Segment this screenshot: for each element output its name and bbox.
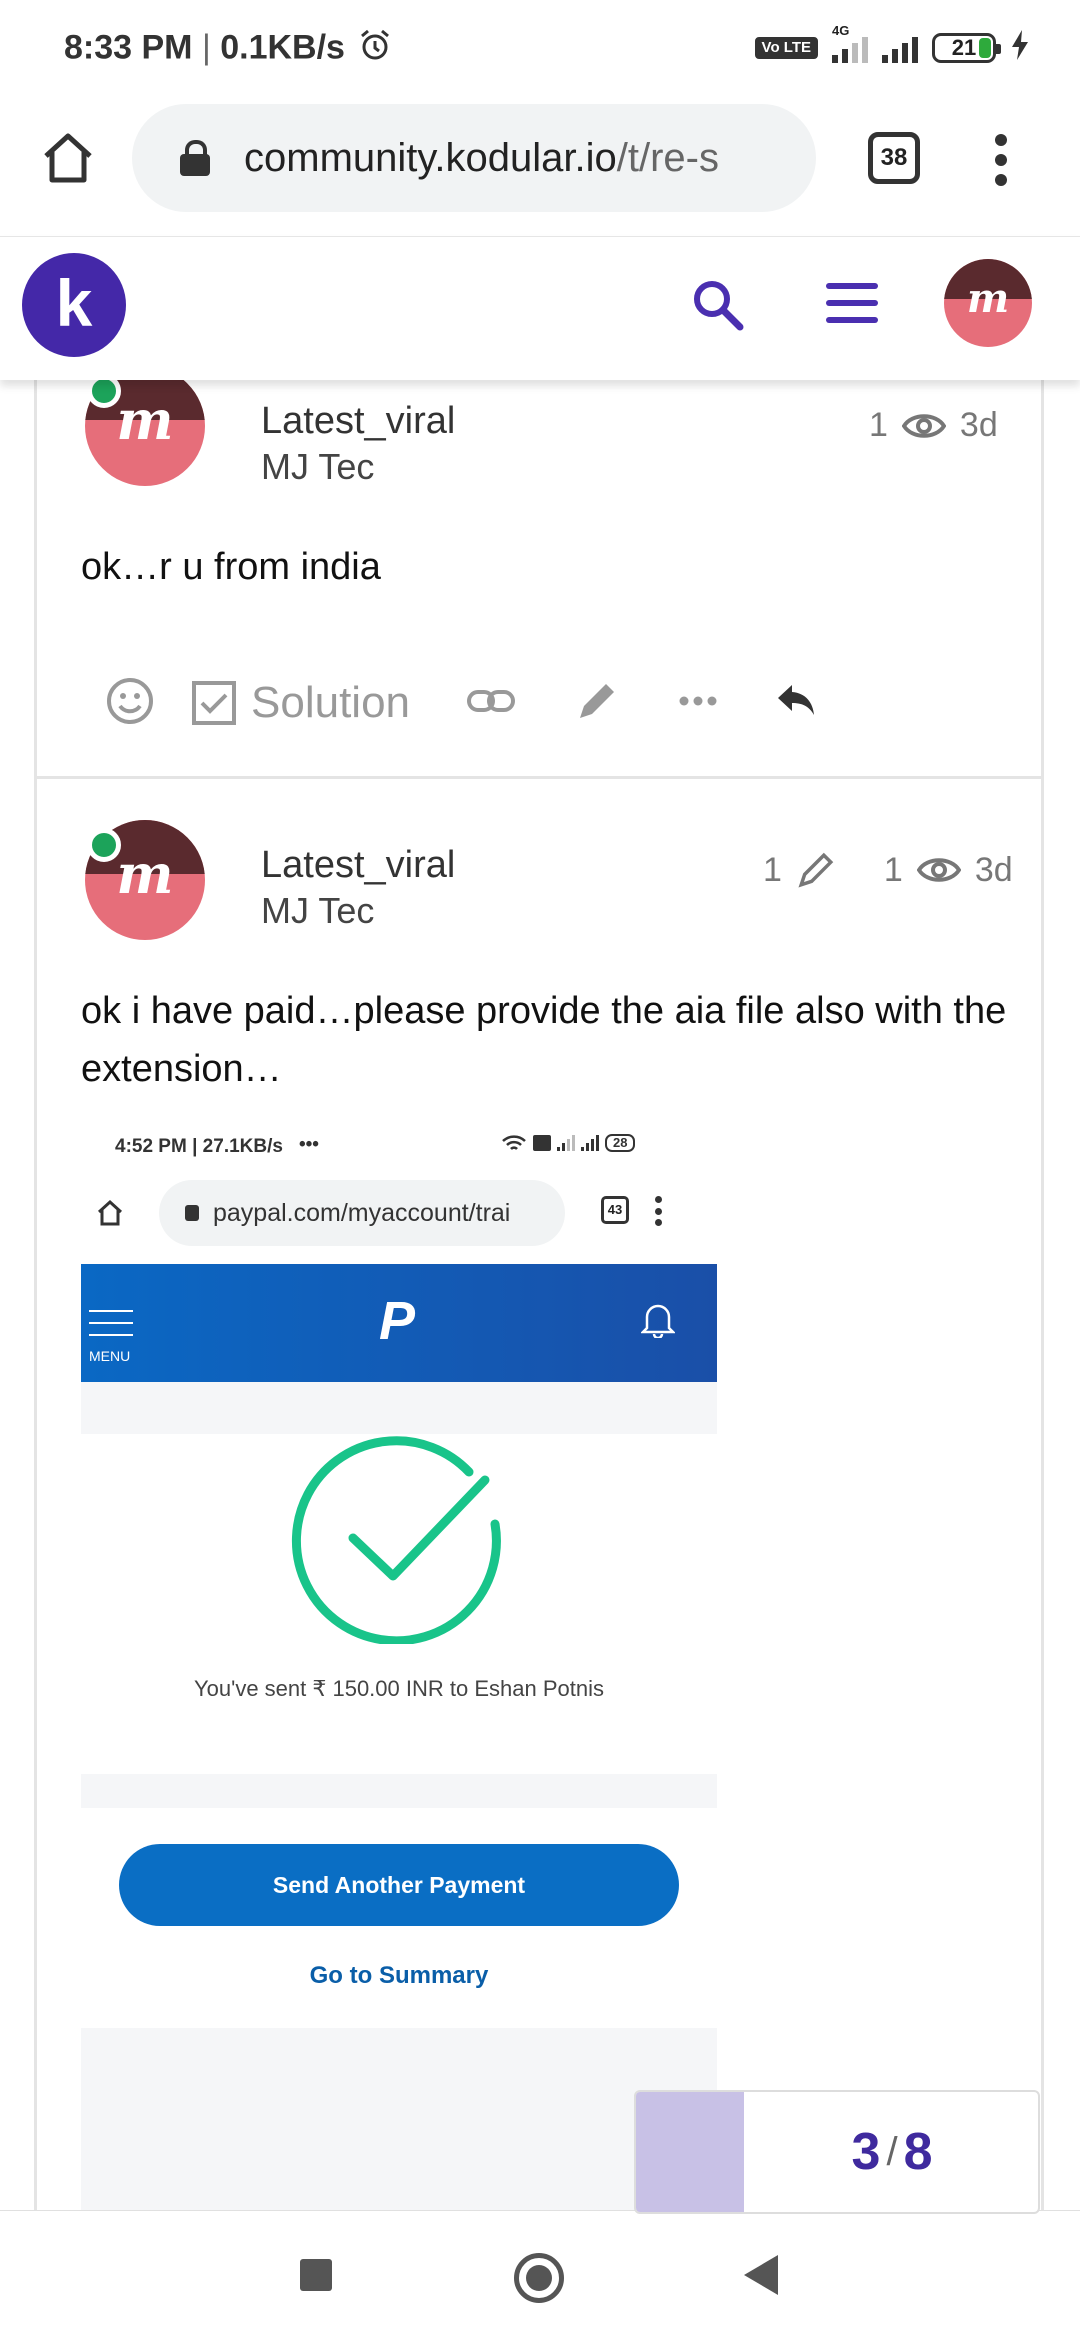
alarm-icon (358, 28, 392, 71)
payment-sent-text: You've sent ₹ 150.00 INR to Eshan Potnis (194, 1676, 604, 1701)
embedded-kebab-icon (655, 1196, 663, 1226)
bell-icon (639, 1300, 677, 1343)
embedded-home-icon (95, 1198, 125, 1233)
progress-current: 3 (851, 2123, 881, 2181)
user-avatar[interactable]: m (944, 259, 1032, 347)
post-actions: Solution (105, 658, 816, 748)
like-emoji-button[interactable] (105, 676, 155, 731)
embedded-signal-icons: 28 (501, 1134, 636, 1152)
signal-4g-icon: 4G (832, 23, 868, 63)
view-count: 1 (883, 850, 903, 889)
home-icon (44, 133, 92, 183)
paypal-menu-label: MENU (89, 1348, 131, 1364)
check-circle-icon (291, 1428, 507, 1649)
status-icons: Vo LTE 4G 21 (754, 23, 1030, 65)
paypal-bottom-area (81, 2028, 717, 2210)
lock-icon (180, 140, 210, 176)
post-fullname: MJ Tec (261, 446, 375, 487)
solution-button[interactable]: Solution (191, 678, 410, 728)
post-body: ok…r u from india (81, 546, 381, 588)
smile-icon (107, 677, 153, 724)
pencil-icon (580, 683, 615, 718)
url-text: community.kodular.io/t/re-s (244, 136, 719, 181)
embedded-time: 4:52 PM | 27.1KB/s (115, 1136, 283, 1157)
embedded-tab-count: 43 (601, 1196, 629, 1224)
solution-label: Solution (251, 678, 411, 727)
hamburger-menu-icon[interactable] (826, 283, 878, 323)
link-button[interactable] (466, 686, 516, 721)
embedded-url: paypal.com/myaccount/trai (213, 1198, 511, 1227)
site-header: k m (0, 236, 1080, 380)
reply-button[interactable] (776, 683, 816, 724)
topic-progress[interactable]: 3 / 8 (634, 2090, 1040, 2214)
url-domain: community.kodular.io (244, 135, 617, 180)
online-indicator (87, 828, 121, 862)
post-username[interactable]: Latest_viral (261, 400, 455, 443)
embedded-status-bar: 4:52 PM | 27.1KB/s ••• 28 (81, 1116, 717, 1176)
post-age[interactable]: 3d (960, 406, 998, 445)
reply-icon (778, 684, 815, 715)
battery-icon: 21 (932, 32, 1001, 63)
progress-fill (636, 2092, 744, 2212)
browser-menu-icon[interactable] (994, 134, 1008, 186)
network-speed: 0.1KB/s (220, 28, 345, 67)
tab-switcher-button[interactable]: 38 (868, 132, 920, 184)
home-button[interactable] (38, 128, 98, 188)
embedded-url-bar: paypal.com/myaccount/trai (159, 1180, 565, 1246)
paypal-menu-icon (89, 1310, 133, 1336)
edit-button[interactable] (574, 678, 620, 729)
view-count: 1 (869, 406, 888, 444)
battery-level: 21 (951, 34, 977, 60)
signal-icon (882, 33, 918, 63)
paypal-gray-band (81, 1774, 717, 1808)
status-bar: 8:33 PM | 0.1KB/s Vo LTE 4G 21 (0, 0, 1080, 96)
charging-icon (1010, 30, 1030, 65)
status-time: 8:33 PM | 0.1KB/s (64, 28, 392, 71)
volte-icon: Vo LTE (754, 36, 818, 59)
kodular-logo[interactable]: k (22, 253, 126, 357)
home-nav-button[interactable] (514, 2253, 564, 2303)
link-icon (467, 689, 516, 712)
system-navigation-bar (0, 2210, 1080, 2340)
address-bar[interactable]: community.kodular.io/t/re-s (132, 104, 816, 212)
eye-icon (916, 858, 961, 882)
paypal-success-card (81, 1434, 717, 1774)
paypal-header: MENU P (81, 1264, 717, 1382)
network-type: 4G (832, 22, 850, 38)
thread-stream: m Latest_viral MJ Tec 1 3d ok…r u from i… (34, 380, 1044, 2210)
embedded-battery: 28 (605, 1134, 636, 1152)
more-button[interactable] (678, 694, 718, 712)
checkbox-icon (192, 681, 236, 725)
clock-time: 8:33 PM (64, 28, 193, 67)
progress-total: 8 (903, 2123, 933, 2181)
paypal-logo: P (379, 1291, 416, 1351)
post-fullname: MJ Tec (261, 890, 375, 931)
url-path: /t/re-s (616, 135, 719, 180)
progress-separator: / (886, 2129, 898, 2174)
post-age[interactable]: 3d (975, 851, 1013, 890)
embedded-payment-screenshot[interactable]: 4:52 PM | 27.1KB/s ••• 28 paypal.com/mya… (81, 1116, 717, 2210)
paypal-gray-band (81, 1382, 717, 1434)
recents-button[interactable] (300, 2259, 332, 2291)
send-another-payment-button: Send Another Payment (119, 1844, 679, 1926)
embedded-dots: ••• (299, 1134, 319, 1155)
eye-icon (901, 413, 946, 438)
post-username[interactable]: Latest_viral (261, 844, 455, 887)
edit-count[interactable]: 1 (763, 851, 782, 890)
progress-text: 3 / 8 (744, 2092, 1038, 2212)
search-icon[interactable] (690, 277, 746, 333)
post-meta: 1 3d (869, 406, 998, 445)
post-body: ok i have paid…please provide the aia fi… (81, 990, 1007, 1090)
go-to-summary-link: Go to Summary (309, 1962, 489, 1989)
back-button[interactable] (744, 2255, 778, 2295)
post-meta: 1 1 3d (763, 850, 1013, 890)
ellipsis-icon (679, 696, 717, 706)
post-divider (37, 776, 1041, 779)
browser-toolbar: community.kodular.io/t/re-s 38 (0, 96, 1080, 236)
pencil-icon (798, 852, 834, 888)
